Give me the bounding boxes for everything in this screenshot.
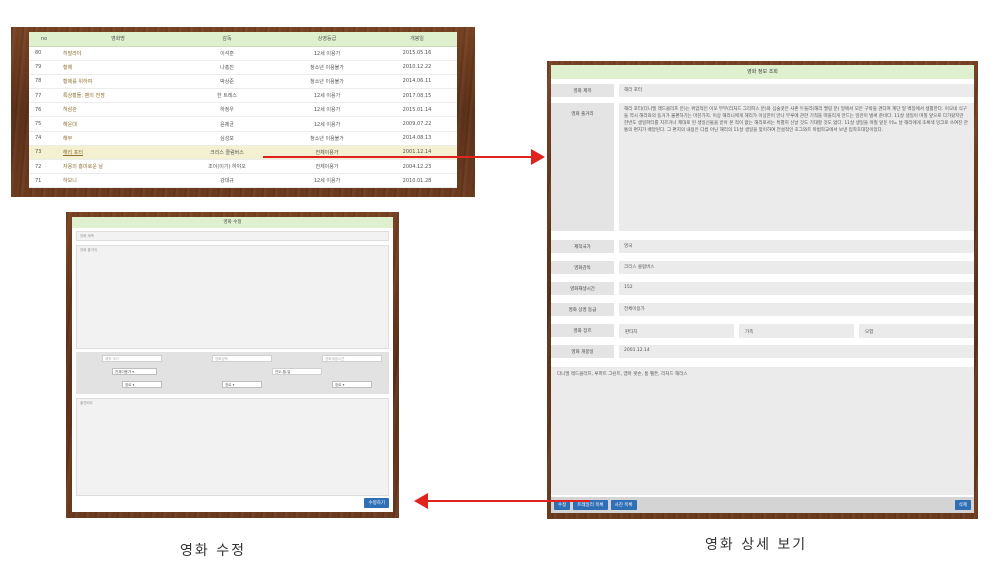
- caption-edit: 영화 수정: [180, 543, 246, 559]
- flow-arrows: [263, 149, 590, 509]
- caption-detail: 영화 상세 보기: [705, 537, 808, 553]
